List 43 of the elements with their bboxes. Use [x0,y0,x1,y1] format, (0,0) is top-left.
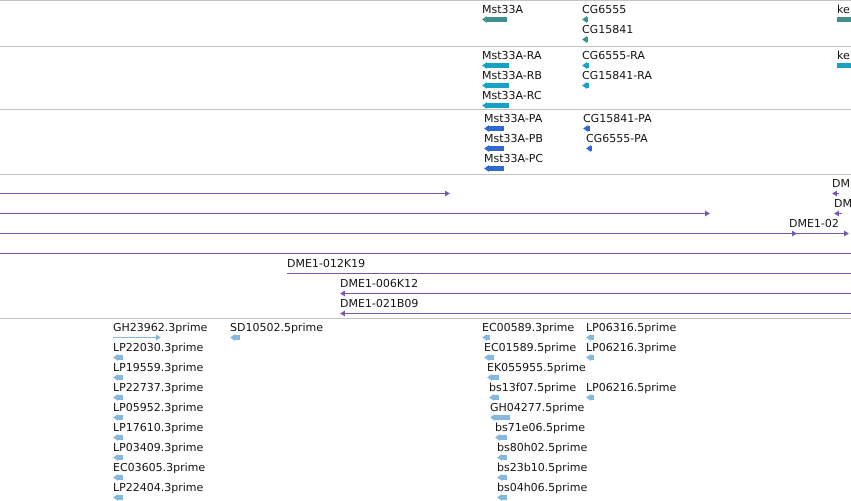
feature-label: LP06216.3prime [586,341,676,354]
feature-label: Mst33A-PC [484,152,544,165]
feature-label: EC00589.3prime [482,321,574,334]
feature-label: DME1-006K12 [340,277,418,290]
feature-label: ke [837,3,850,16]
feature-label: bs13f07.5prime [489,381,576,394]
feature-label: DM [834,197,851,210]
feature-label: LP22737.3prime [113,381,204,394]
feature-label: GH23962.3prime [113,321,208,334]
feature-label: Mst33A [482,3,524,16]
feature-label: CG15841-PA [583,112,652,125]
feature-label: LP17610.3prime [113,421,204,434]
feature-label: LP06316.5prime [586,321,676,334]
feature-label: LP03409.3prime [113,441,204,454]
feature-label: GH04277.5prime [490,401,584,414]
feature-label: CG15841-RA [582,69,652,82]
feature-label: LP22404.3prime [113,481,204,494]
feature-label: DME1-012K19 [287,257,366,270]
feature-label: ke [837,49,850,62]
feature-label: bs71e06.5prime [495,421,586,434]
feature-label: LP05952.3prime [113,401,204,414]
feature-label: LP22030.3prime [113,341,204,354]
feature-label: CG6555-RA [582,49,645,62]
feature-label: CG15841 [582,23,634,36]
feature-label: LP06216.5prime [586,381,676,394]
feature-label: EC03605.3prime [113,461,206,474]
feature-label: bs04h06.5prime [497,481,588,494]
feature-label: DME1-02 [789,217,839,230]
feature-label: CG6555-PA [586,132,648,145]
feature-label: Mst33A-PA [484,112,542,125]
feature-label: bs80h02.5prime [497,441,588,454]
feature-label: Mst33A-RC [482,89,542,102]
feature-label: DME1-021B09 [340,297,418,310]
feature-label: DM [832,177,850,190]
feature-label: EC01589.5prime [484,341,576,354]
feature-label: Mst33A-RB [482,69,542,82]
feature-label: CG6555 [582,3,626,16]
feature-label: Mst33A-PB [484,132,543,145]
feature-label: EK055955.5prime [487,361,586,374]
feature-label: LP19559.3prime [113,361,204,374]
feature-label: Mst33A-RA [482,49,542,62]
feature-label: SD10502.5prime [230,321,323,334]
feature-label: bs23b10.5prime [497,461,588,474]
